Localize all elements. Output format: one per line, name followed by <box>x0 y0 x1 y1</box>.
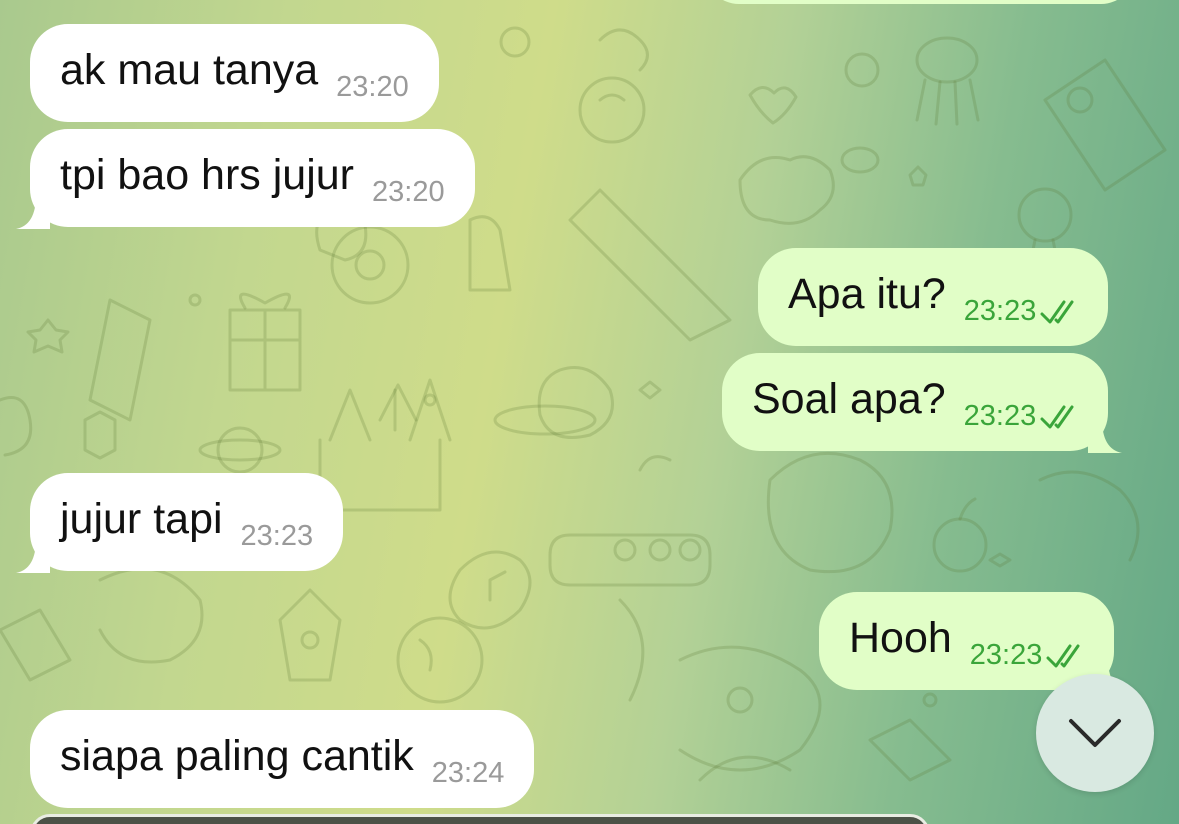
message-time: 23:23 <box>969 639 1043 671</box>
chevron-down-icon <box>1069 719 1121 747</box>
double-check-icon <box>1040 300 1074 324</box>
message-bubble-incoming[interactable]: siapa paling cantik 23:24 <box>30 710 535 808</box>
message-text: Soal apa? <box>752 375 946 423</box>
scroll-to-bottom-button[interactable] <box>1036 674 1154 792</box>
message-text: Apa itu? <box>788 270 946 318</box>
message-time: 23:23 <box>963 400 1037 432</box>
previous-outgoing-bubble-edge <box>705 0 1135 4</box>
bubble-tail-icon <box>16 195 50 229</box>
message-text: siapa paling cantik <box>60 732 414 780</box>
message-text: tpi bao hrs jujur <box>60 151 354 199</box>
message-bubble-outgoing[interactable]: Hooh 23:23 <box>819 592 1129 692</box>
message-time: 23:23 <box>963 295 1037 327</box>
message-bubble-outgoing[interactable]: Apa itu? 23:23 <box>758 248 1109 346</box>
message-bubble-incoming[interactable]: tpi bao hrs jujur 23:20 <box>16 129 475 229</box>
bubble-tail-icon <box>16 539 50 573</box>
message-text: jujur tapi <box>60 495 223 543</box>
double-check-icon <box>1040 405 1074 429</box>
message-time: 23:20 <box>336 71 409 103</box>
message-bubble-outgoing[interactable]: Soal apa? 23:23 <box>722 353 1123 453</box>
message-time: 23:24 <box>431 757 505 789</box>
message-time: 23:23 <box>240 520 314 552</box>
message-text: ak mau tanya <box>60 46 319 94</box>
message-time: 23:20 <box>372 176 445 208</box>
message-bubble-incoming[interactable]: ak mau tanya 23:20 <box>30 24 439 122</box>
message-text: Hooh <box>849 614 952 662</box>
bubble-tail-icon <box>1088 419 1123 453</box>
message-composer-edge <box>30 814 930 824</box>
message-bubble-incoming[interactable]: jujur tapi 23:23 <box>16 473 344 573</box>
